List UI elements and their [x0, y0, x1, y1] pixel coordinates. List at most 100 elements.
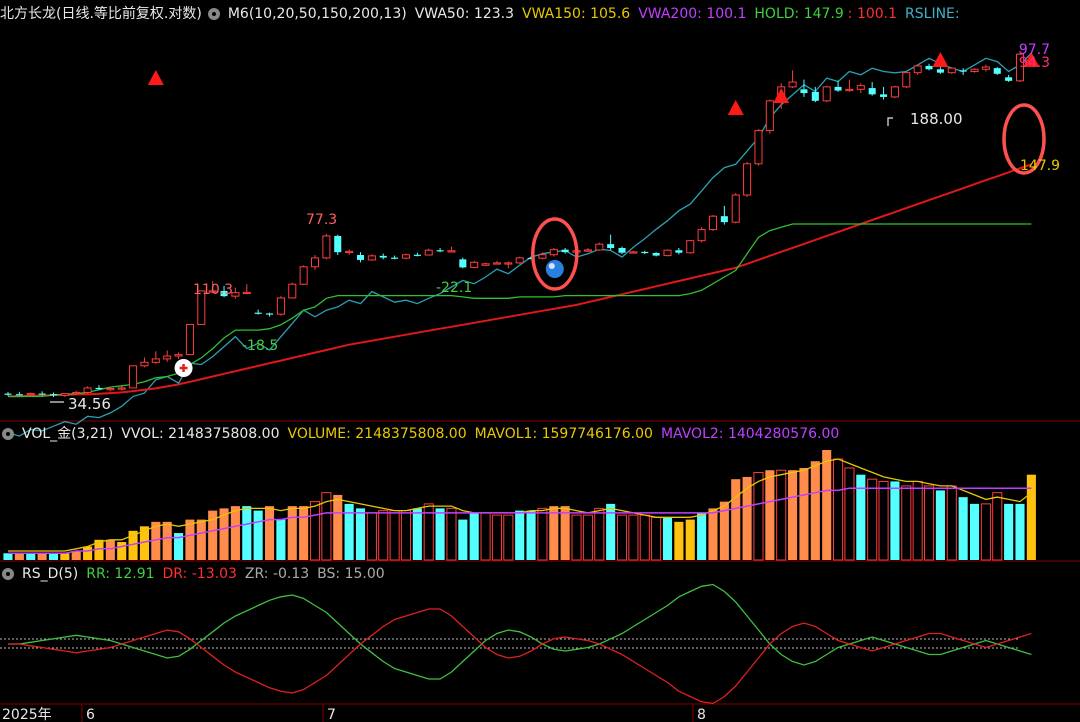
- volume-bar: [822, 450, 832, 560]
- candle-body: [401, 254, 411, 259]
- candle-body: [913, 65, 922, 74]
- candle-body: [936, 69, 944, 73]
- hold-series: [8, 223, 1032, 398]
- candle-body: [15, 394, 23, 396]
- candle-body: [299, 266, 308, 285]
- candle-body: [174, 354, 183, 357]
- candle-body: [334, 235, 342, 253]
- candle-body: [970, 68, 979, 73]
- volume-bar: [616, 514, 628, 561]
- volume-bar: [753, 471, 764, 561]
- volume-bar: [60, 553, 70, 560]
- candle-body: [641, 251, 649, 254]
- rr-label: RR: 12.91: [86, 566, 155, 582]
- candle-body: [310, 257, 320, 268]
- settings-icon[interactable]: [2, 568, 14, 580]
- volume-bar: [878, 480, 889, 561]
- rs-name[interactable]: RS_D(5): [22, 564, 78, 584]
- candle-body: [652, 253, 660, 256]
- volume-bar: [969, 503, 980, 560]
- candle-body: [925, 65, 933, 70]
- candle-body: [470, 261, 479, 268]
- volume-bar: [3, 553, 13, 560]
- volume-label: VOLUME: 2148375808.00: [287, 426, 467, 442]
- volume-bar: [117, 542, 127, 560]
- volume-bar: [37, 553, 47, 560]
- candle-body: [4, 393, 12, 395]
- upper-label-2: 94.3: [1019, 55, 1050, 71]
- pullback-label-1: -18.5: [242, 338, 278, 354]
- candle-body: [902, 72, 911, 88]
- candle-body: [947, 67, 956, 74]
- rs-header: RS_D(5) RR: 12.91 DR: -13.03 ZR: -0.13 B…: [0, 564, 393, 584]
- zr-label: ZR: -0.13: [244, 566, 310, 582]
- settings-icon[interactable]: [2, 428, 14, 440]
- volume-bar: [491, 514, 502, 561]
- volume-bar: [980, 503, 991, 561]
- candle-body: [266, 313, 274, 315]
- peak-label-1: 110.3: [193, 282, 233, 298]
- candle-body: [663, 249, 672, 257]
- volume-bar: [662, 517, 673, 560]
- x-month-label: 8: [697, 707, 706, 722]
- volume-bar: [14, 553, 24, 560]
- candle-body: [254, 312, 262, 314]
- candle-body: [595, 243, 604, 251]
- volume-bar: [788, 470, 798, 560]
- volume-bar: [628, 514, 639, 561]
- volume-bar: [26, 553, 36, 560]
- volume-bar: [651, 516, 662, 561]
- volume-bar: [276, 519, 286, 560]
- volume-bar: [162, 521, 172, 560]
- candle-body: [242, 291, 251, 295]
- chart-title[interactable]: 北方长龙(日线.等比前复权.对数): [0, 4, 202, 24]
- volume-bar: [412, 508, 422, 560]
- vol-name[interactable]: VOL_金(3,21): [22, 424, 113, 444]
- candle-body: [379, 255, 387, 258]
- volume-bar: [890, 481, 900, 560]
- candle-body: [322, 235, 331, 259]
- candle-body: [391, 257, 399, 259]
- hold-tag-label: 147.9: [1020, 158, 1060, 174]
- candle-body: [743, 163, 752, 196]
- volume-bar: [844, 467, 855, 561]
- candle-body: [288, 283, 297, 299]
- sell-triangle: [727, 100, 744, 115]
- mavol1-label: MAVOL1: 1597746176.00: [474, 426, 653, 442]
- volume-bar: [287, 506, 297, 560]
- volume-bar: [799, 467, 809, 560]
- volume-bar: [253, 510, 263, 560]
- candle-body: [447, 250, 456, 253]
- candle-body: [345, 250, 354, 254]
- volume-bar: [400, 510, 412, 561]
- candle-body: [708, 215, 718, 231]
- candle-body: [765, 100, 774, 132]
- volume-bar: [469, 512, 479, 560]
- volume-bar: [378, 510, 389, 561]
- candle-body: [49, 394, 58, 396]
- volume-bar: [765, 470, 775, 560]
- candle-body: [83, 387, 92, 393]
- volume-bar: [389, 510, 400, 561]
- volume-bar: [185, 519, 195, 560]
- hold-label: HOLD: 147.9: [754, 6, 844, 22]
- settings-icon[interactable]: [207, 8, 220, 20]
- volume-bar: [435, 508, 445, 560]
- max-pointer: [887, 117, 893, 126]
- x-year-label: 2025年: [2, 707, 52, 722]
- candle-body: [561, 249, 569, 253]
- volume-bar: [935, 490, 945, 560]
- candle-body: [185, 323, 194, 356]
- volume-bar: [594, 507, 605, 561]
- volume-bar: [685, 519, 695, 560]
- mavol2-label: MAVOL2: 1404280576.00: [660, 426, 840, 442]
- candle-body: [583, 249, 592, 252]
- candle-body: [675, 250, 683, 253]
- candle-body: [856, 85, 865, 90]
- volume-bar: [83, 546, 93, 560]
- volume-bar: [674, 521, 684, 560]
- vwa50-label: VWA50: 123.3: [414, 6, 514, 22]
- volume-bar: [480, 512, 491, 561]
- rsline-series: [7, 52, 1032, 437]
- candle-body: [276, 297, 285, 315]
